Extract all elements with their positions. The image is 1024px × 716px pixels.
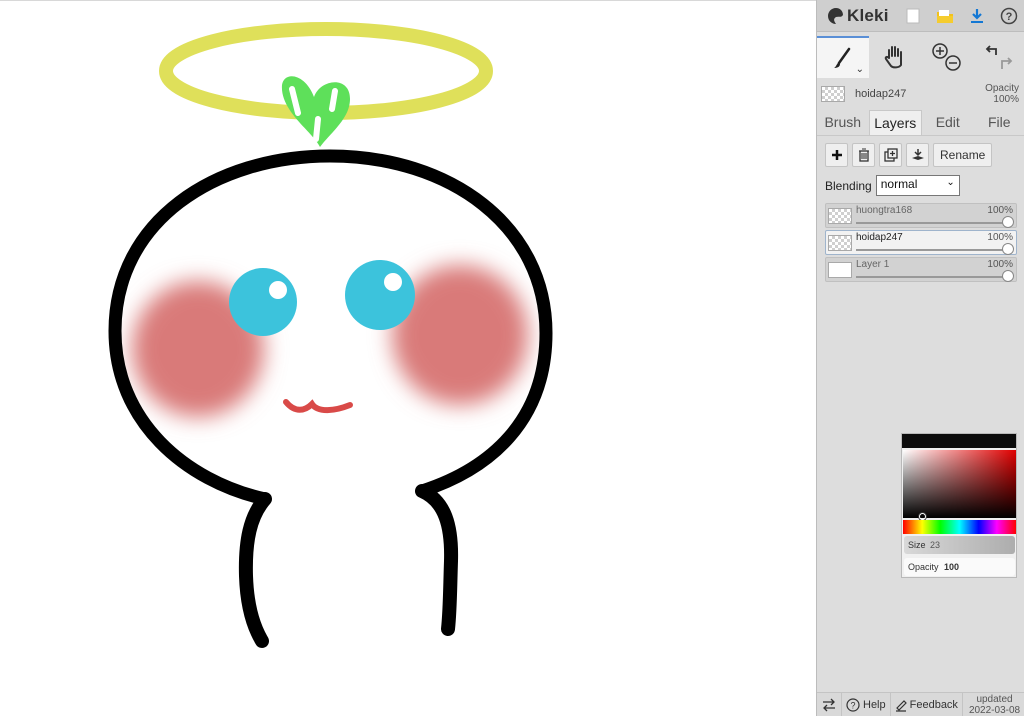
layer-item-layer-1[interactable]: Layer 1 100% [825,257,1017,282]
feedback-icon [895,699,907,712]
open-folder-icon [937,9,953,23]
slider-knob[interactable] [1002,243,1014,255]
brush-icon [834,47,851,68]
layer-opacity: 100% [987,259,1013,270]
current-color-swatch[interactable] [902,434,1016,448]
color-picker: Size 23 Opacity 100 [901,433,1017,578]
delete-layer-button[interactable] [852,143,875,167]
open-image-button[interactable] [929,0,961,32]
drawing [108,22,553,648]
hand-icon [884,46,902,69]
trash-icon [858,148,869,162]
slider-knob[interactable] [1002,270,1014,282]
new-image-icon [906,8,920,23]
layer-thumbnail [828,208,852,224]
layer-thumbnail [828,235,852,251]
layer-opacity: 100% [987,205,1013,216]
current-layer-name: hoidap247 [855,88,907,100]
left-body-line [238,492,272,648]
merge-down-icon [911,149,924,160]
kleki-logo-icon [828,7,843,24]
bottom-bar: ? Help Feedback updated 2022-03-08 [817,692,1024,716]
kleki-app: Kleki ? ⌄ hoidap247 Opacity 100% Brush L… [0,0,1024,716]
help-button[interactable]: ? [993,0,1024,32]
swap-side-button[interactable] [817,692,842,716]
layer-actions: Rename [825,143,993,167]
panel-tabs: Brush Layers Edit File [817,110,1024,136]
app-logo[interactable]: Kleki [817,0,897,32]
layer-list: huongtra168 100% hoidap247 100% Layer 1 … [825,203,1017,284]
brush-opacity-slider[interactable]: Opacity 100 [904,558,1015,576]
current-layer-opacity: Opacity 100% [985,83,1019,105]
side-panel: Kleki ? ⌄ hoidap247 Opacity 100% Brush L… [816,0,1024,716]
layer-opacity-slider[interactable] [856,222,1008,224]
redo-icon [1001,57,1013,69]
new-image-button[interactable] [897,0,929,32]
left-eye [229,268,297,336]
swap-icon [823,698,835,711]
layer-name: Layer 1 [856,259,890,270]
updated-info[interactable]: updated 2022-03-08 [963,694,1020,716]
right-eye [345,260,415,330]
zoom-in-icon [932,43,948,59]
tab-layers[interactable]: Layers [868,110,922,135]
brush-tool[interactable]: ⌄ [817,36,869,78]
tab-file[interactable]: File [974,110,1024,135]
download-icon [971,8,983,23]
layer-thumbnail [821,86,845,102]
blending-select[interactable]: normal ⌄ [875,175,960,196]
rename-layer-button[interactable]: Rename [933,143,993,167]
merge-layer-button[interactable] [906,143,929,167]
layer-name: huongtra168 [856,205,913,216]
drawing-canvas[interactable] [0,0,816,716]
zoom-out-icon [945,55,961,71]
layer-opacity-slider[interactable] [856,276,1008,278]
app-name: Kleki [847,5,889,25]
slider-knob[interactable] [1002,216,1014,228]
undo-redo-tools [973,36,1024,78]
plus-icon [831,150,842,160]
saturation-value-area[interactable] [903,450,1016,518]
color-cursor[interactable] [919,513,926,520]
right-body-line [415,484,459,636]
current-layer-info: hoidap247 Opacity 100% [817,82,1024,106]
blending-row: Blending normal ⌄ [825,175,960,196]
layer-opacity-slider[interactable] [856,249,1008,251]
help-link[interactable]: ? Help [842,692,891,716]
duplicate-icon [883,148,898,162]
help-icon: ? [1000,7,1018,24]
hand-tool[interactable] [869,36,921,78]
tab-brush[interactable]: Brush [817,110,869,135]
chevron-down-icon[interactable]: ⌄ [856,64,864,75]
zoom-tools [921,36,973,78]
top-bar: Kleki ? [817,0,1024,32]
tab-edit[interactable]: Edit [922,110,974,135]
undo-icon [985,45,997,55]
tool-row: ⌄ [817,36,1024,78]
duplicate-layer-button[interactable] [879,143,902,167]
blending-label: Blending [825,178,872,193]
layer-opacity: 100% [987,232,1013,243]
layer-item-huongtra168[interactable]: huongtra168 100% [825,203,1017,228]
layer-name: hoidap247 [856,232,903,243]
feedback-link[interactable]: Feedback [891,692,963,716]
layer-item-hoidap247[interactable]: hoidap247 100% [825,230,1017,255]
svg-text:?: ? [1006,11,1013,23]
svg-text:?: ? [850,700,855,710]
brush-size-slider[interactable]: Size 23 [904,536,1015,554]
layer-thumbnail [828,262,852,278]
save-image-button[interactable] [961,0,993,32]
add-layer-button[interactable] [825,143,848,167]
chevron-down-icon: ⌄ [946,177,955,188]
help-icon: ? [846,697,860,712]
hue-slider[interactable] [903,520,1016,534]
